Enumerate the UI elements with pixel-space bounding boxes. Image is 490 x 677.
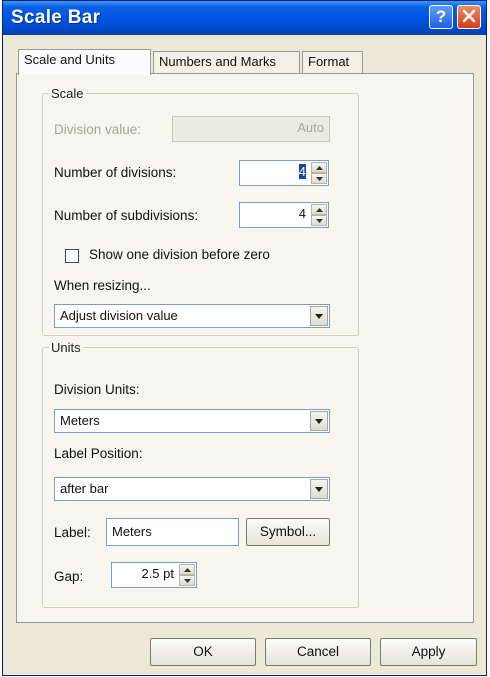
num-divisions-spin[interactable] — [311, 162, 327, 184]
apply-button[interactable]: Apply — [380, 638, 477, 666]
units-group-label: Units — [51, 340, 81, 355]
label-position-select[interactable]: after bar — [54, 477, 330, 501]
close-icon — [462, 9, 476, 23]
num-divisions-label: Number of divisions: — [54, 165, 177, 180]
spin-down-icon[interactable] — [311, 215, 327, 226]
symbol-button[interactable]: Symbol... — [246, 518, 330, 546]
gap-value: 2.5 pt — [141, 566, 174, 581]
units-group: Units — [42, 340, 359, 608]
division-units-label: Division Units: — [54, 382, 140, 397]
num-subdivisions-stepper[interactable]: 4 — [239, 202, 329, 228]
help-button[interactable]: ? — [429, 5, 453, 29]
num-divisions-stepper[interactable]: 4 — [239, 160, 329, 186]
when-resizing-select[interactable]: Adjust division value — [54, 304, 330, 328]
spin-down-icon[interactable] — [179, 575, 195, 586]
spin-up-icon[interactable] — [179, 564, 195, 575]
tab-numbers-and-marks[interactable]: Numbers and Marks — [153, 51, 300, 73]
tab-scale-and-units[interactable]: Scale and Units — [18, 49, 151, 75]
when-resizing-label: When resizing... — [54, 278, 151, 293]
when-resizing-value: Adjust division value — [60, 308, 178, 323]
gap-stepper[interactable]: 2.5 pt — [111, 562, 197, 588]
division-value-label: Division value: — [54, 122, 142, 137]
scale-bar-dialog: Scale Bar ? Scale and Units Numbers and … — [2, 0, 487, 676]
num-subdivisions-spin[interactable] — [311, 204, 327, 226]
label-text-input[interactable]: Meters — [106, 518, 239, 546]
label-position-label: Label Position: — [54, 446, 143, 461]
division-value-field: Auto — [172, 116, 330, 142]
gap-label: Gap: — [54, 569, 84, 584]
scale-group-label: Scale — [51, 86, 84, 101]
help-icon: ? — [435, 7, 447, 26]
chevron-down-icon[interactable] — [310, 411, 328, 431]
num-divisions-value: 4 — [298, 164, 306, 179]
chevron-down-icon[interactable] — [310, 479, 328, 499]
chevron-down-icon[interactable] — [310, 306, 328, 326]
cancel-button[interactable]: Cancel — [265, 638, 371, 666]
spin-down-icon[interactable] — [311, 173, 327, 184]
gap-spin[interactable] — [179, 564, 195, 586]
ok-button[interactable]: OK — [150, 638, 256, 666]
close-button[interactable] — [457, 5, 481, 29]
window-title: Scale Bar — [11, 7, 101, 28]
label-position-value: after bar — [60, 481, 109, 496]
tab-format[interactable]: Format — [302, 51, 363, 73]
tab-panel: Scale Division value: Auto Number of div… — [16, 73, 474, 623]
num-subdivisions-value: 4 — [298, 206, 306, 221]
num-subdivisions-label: Number of subdivisions: — [54, 208, 199, 223]
division-units-value: Meters — [60, 413, 100, 428]
label-field-label: Label: — [54, 525, 91, 540]
spin-up-icon[interactable] — [311, 162, 327, 173]
spin-up-icon[interactable] — [311, 204, 327, 215]
show-one-division-checkbox[interactable] — [65, 249, 79, 263]
title-bar[interactable]: Scale Bar ? — [3, 1, 486, 35]
show-one-division-label[interactable]: Show one division before zero — [89, 247, 270, 262]
division-units-select[interactable]: Meters — [54, 409, 330, 433]
